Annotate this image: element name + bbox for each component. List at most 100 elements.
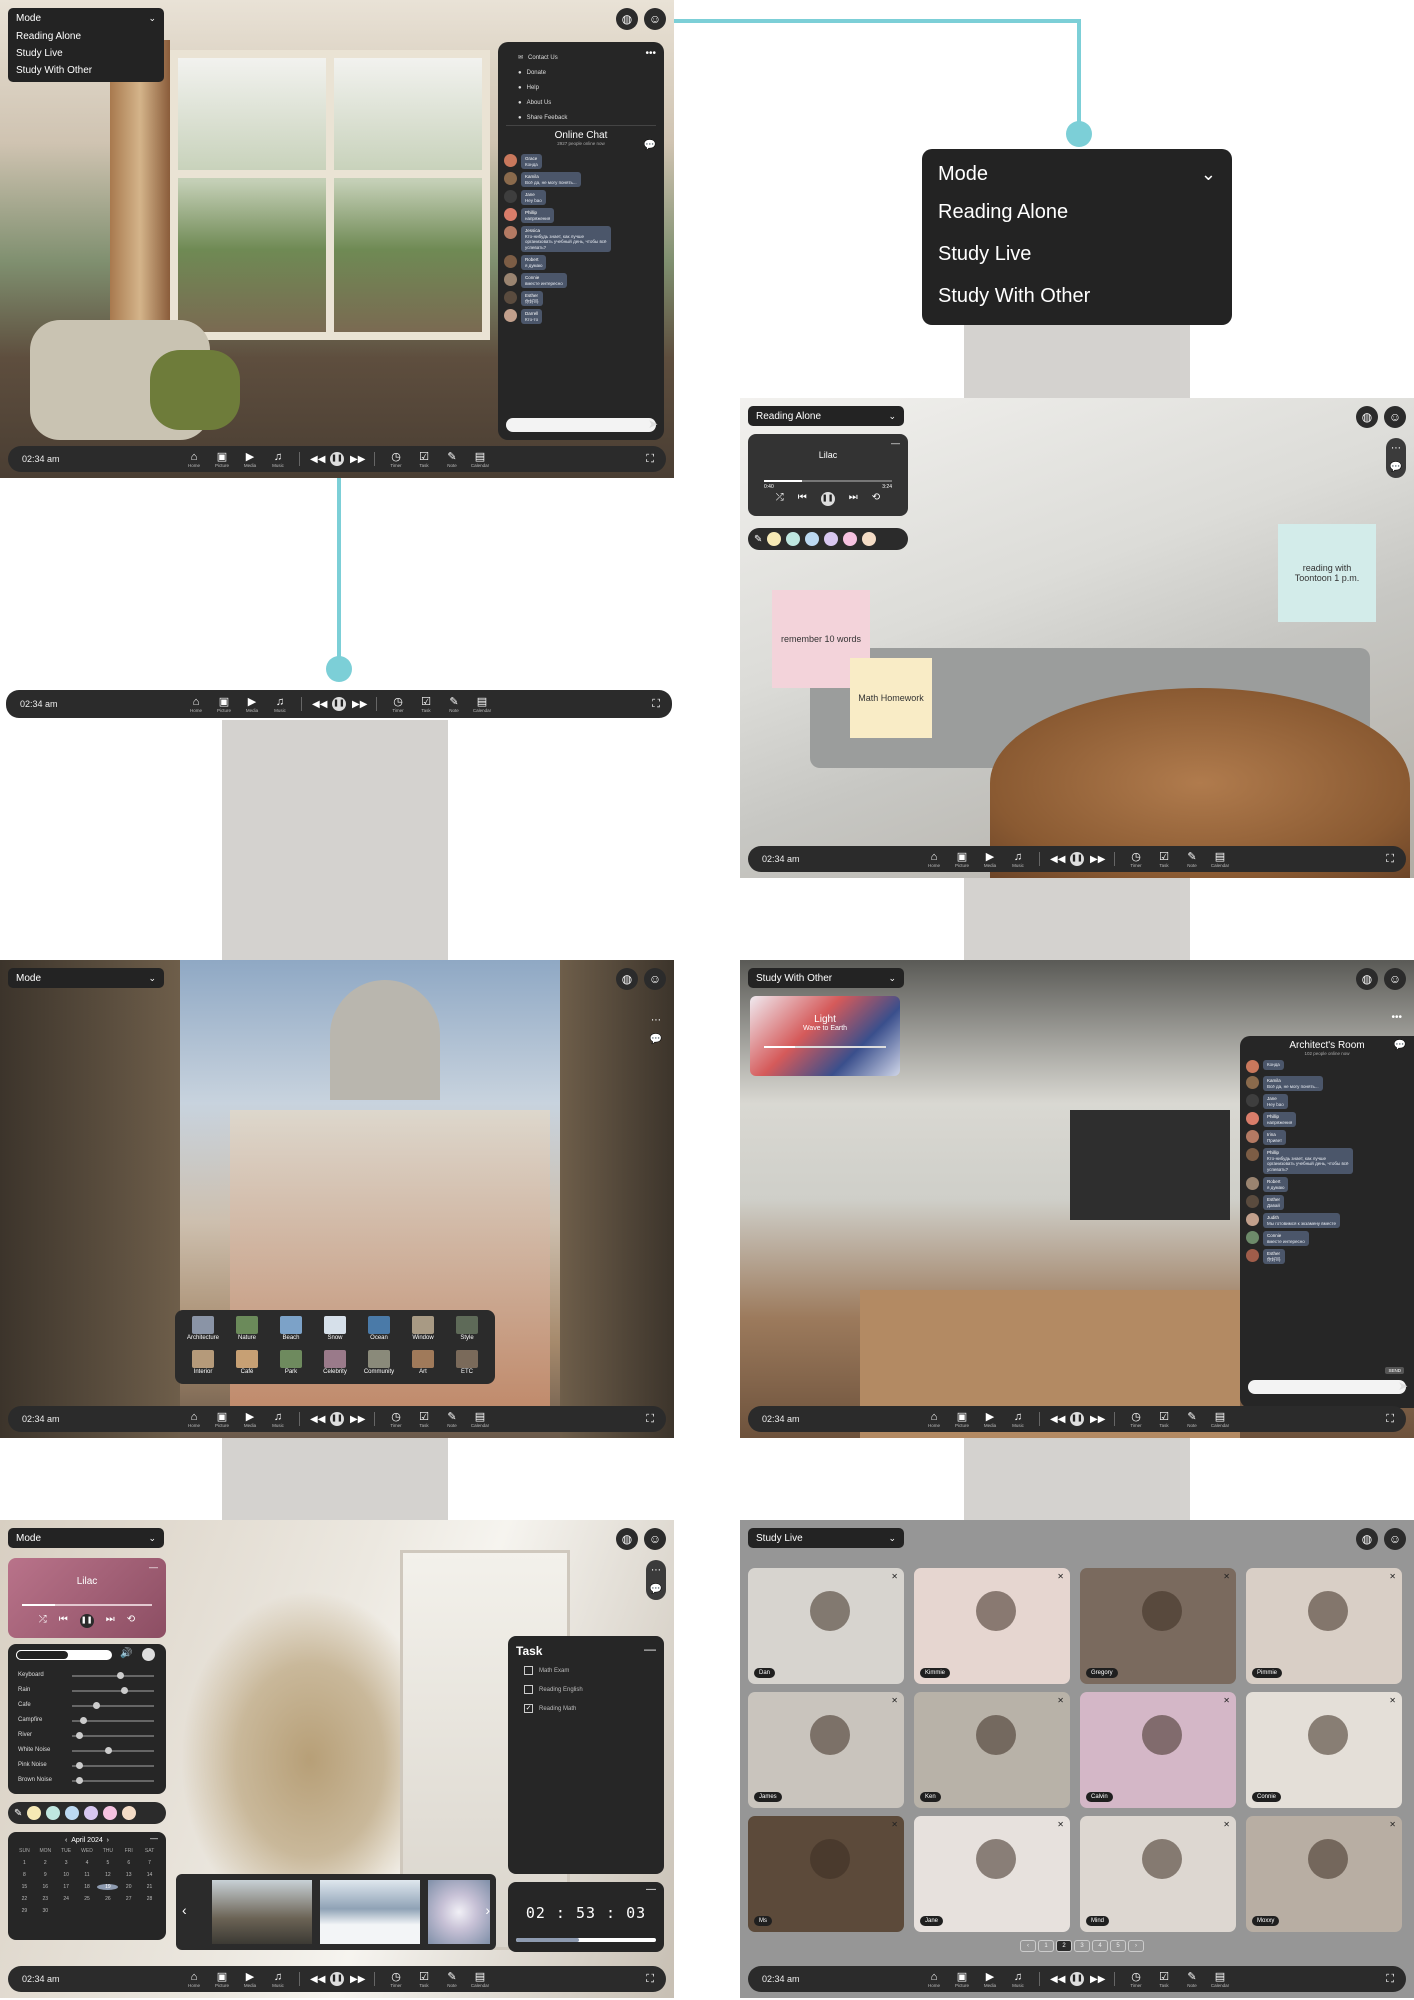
calendar-day[interactable]: 9 <box>35 1872 56 1878</box>
chat-icon[interactable]: 💬 <box>650 1584 662 1595</box>
fullscreen-icon[interactable]: ⛶ <box>646 1413 654 1426</box>
calendar-day[interactable]: 21 <box>139 1884 160 1890</box>
volume-slider[interactable] <box>16 1650 112 1660</box>
calendar-day[interactable]: 30 <box>35 1908 56 1914</box>
calendar-day[interactable]: 16 <box>35 1884 56 1890</box>
mode-option-study-with-other[interactable]: Study With Other <box>922 275 1232 317</box>
participant-tile[interactable]: ✕ Connie <box>1246 1692 1402 1808</box>
mode-option-study-live[interactable]: Study Live <box>8 45 164 62</box>
carousel-next-icon[interactable]: › <box>485 1902 490 1918</box>
tool-media[interactable]: ▶ Media <box>239 451 261 468</box>
shuffle-icon[interactable]: ⤮ <box>39 1614 47 1628</box>
category-art[interactable]: Art <box>403 1350 443 1375</box>
category-ocean[interactable]: Ocean <box>359 1316 399 1341</box>
tool-calendar[interactable]: ▤ Calendar <box>471 696 493 713</box>
color-swatch[interactable] <box>65 1806 80 1820</box>
sound-slider[interactable] <box>72 1702 154 1709</box>
calendar-day[interactable]: 18 <box>77 1884 98 1890</box>
tool-calendar[interactable]: ▤ Calendar <box>469 1971 491 1988</box>
repeat-icon[interactable]: ⟲ <box>872 492 880 506</box>
shuffle-icon[interactable]: ⤮ <box>776 492 784 506</box>
participant-tile[interactable]: ✕ James <box>748 1692 904 1808</box>
previous-icon[interactable]: ◀◀ <box>310 454 325 465</box>
category-beach[interactable]: Beach <box>271 1316 311 1341</box>
tool-timer[interactable]: ◷ Timer <box>1125 1971 1147 1988</box>
mode-dropdown-open[interactable]: Mode ⌄ Reading Alone Study Live Study Wit… <box>8 8 164 82</box>
calendar-day[interactable]: 22 <box>14 1896 35 1902</box>
mute-icon[interactable]: ✕ <box>1057 1572 1064 1581</box>
sound-slider[interactable] <box>72 1762 154 1769</box>
calendar-day[interactable]: 27 <box>118 1896 139 1902</box>
slider-knob[interactable] <box>121 1687 129 1694</box>
tool-picture[interactable]: ▣ Picture <box>951 1971 973 1988</box>
category-window[interactable]: Window <box>403 1316 443 1341</box>
tool-media[interactable]: ▶ Media <box>239 1971 261 1988</box>
tool-calendar[interactable]: ▤ Calendar <box>469 1411 491 1428</box>
next-icon[interactable]: ▶▶ <box>352 699 367 710</box>
previous-icon[interactable]: ⏮ <box>59 1614 68 1628</box>
tool-music[interactable]: ♫ Music <box>1007 851 1029 868</box>
slider-knob[interactable] <box>80 1717 88 1724</box>
prev-month-icon[interactable]: ‹ <box>65 1837 67 1844</box>
calendar-day[interactable]: 24 <box>56 1896 77 1902</box>
page-button[interactable]: ‹ <box>1020 1940 1036 1952</box>
sound-slider[interactable] <box>72 1732 154 1739</box>
tool-task[interactable]: ☑ Task <box>1153 851 1175 868</box>
category-community[interactable]: Community <box>359 1350 399 1375</box>
mute-icon[interactable]: ✕ <box>1223 1572 1230 1581</box>
globe-icon[interactable]: ◍ <box>1356 406 1378 428</box>
previous-icon[interactable]: ◀◀ <box>1050 1414 1065 1425</box>
task-item[interactable]: Reading English <box>524 1685 648 1694</box>
participant-tile[interactable]: ✕ Kimmie <box>914 1568 1070 1684</box>
tool-note[interactable]: ✎ Note <box>441 1411 463 1428</box>
calendar-day[interactable]: 17 <box>56 1884 77 1890</box>
tool-note[interactable]: ✎ Note <box>441 451 463 468</box>
more-icon[interactable]: ••• <box>645 48 656 59</box>
tool-timer[interactable]: ◷ Timer <box>1125 1411 1147 1428</box>
user-icon[interactable]: ☺ <box>644 968 666 990</box>
chat-input[interactable]: ➤ <box>1248 1379 1408 1394</box>
calendar-day[interactable]: 26 <box>97 1896 118 1902</box>
more-icon[interactable]: ⋯ <box>651 1015 661 1026</box>
tool-music[interactable]: ♫ Music <box>267 1411 289 1428</box>
tool-note[interactable]: ✎ Note <box>1181 1411 1203 1428</box>
mode-dropdown[interactable]: Study Live ⌄ <box>748 1528 904 1548</box>
color-swatch[interactable] <box>27 1806 42 1820</box>
menu-about-us[interactable]: ● About Us <box>518 100 664 106</box>
tool-note[interactable]: ✎ Note <box>443 696 465 713</box>
calendar-day[interactable]: 4 <box>77 1860 98 1866</box>
calendar-day[interactable]: 29 <box>14 1908 35 1914</box>
slider-knob[interactable] <box>76 1762 84 1769</box>
color-swatch[interactable] <box>103 1806 118 1820</box>
pause-icon[interactable]: ❚❚ <box>330 1412 344 1426</box>
calendar-day[interactable]: 1 <box>14 1860 35 1866</box>
category-celebrity[interactable]: Celebrity <box>315 1350 355 1375</box>
color-swatch[interactable] <box>122 1806 137 1820</box>
pause-icon[interactable]: ❚❚ <box>332 697 346 711</box>
next-icon[interactable]: ▶▶ <box>350 454 365 465</box>
checkbox[interactable]: ✓ <box>524 1704 533 1713</box>
globe-icon[interactable]: ◍ <box>616 968 638 990</box>
mute-icon[interactable]: ✕ <box>1389 1696 1396 1705</box>
sound-slider[interactable] <box>72 1777 154 1784</box>
minimize-icon[interactable]: — <box>891 438 900 448</box>
category-caf[interactable]: Café <box>227 1350 267 1375</box>
chat-input[interactable]: ➤ <box>506 417 658 432</box>
tool-picture[interactable]: ▣ Picture <box>951 1411 973 1428</box>
slider-knob[interactable] <box>92 1702 100 1709</box>
color-swatch[interactable] <box>805 532 820 546</box>
participant-tile[interactable]: ✕ Dan <box>748 1568 904 1684</box>
minimize-icon[interactable]: — <box>646 1884 656 1895</box>
color-swatch[interactable] <box>824 532 839 546</box>
calendar-day[interactable]: 2 <box>35 1860 56 1866</box>
chat-icon[interactable]: 💬 <box>644 140 656 151</box>
chat-icon[interactable]: 💬 <box>1394 1040 1406 1051</box>
participant-tile[interactable]: ✕ Ms <box>748 1816 904 1932</box>
next-month-icon[interactable]: › <box>107 1837 109 1844</box>
tool-calendar[interactable]: ▤ Calendar <box>469 451 491 468</box>
tool-timer[interactable]: ◷ Timer <box>387 696 409 713</box>
tool-task[interactable]: ☑ Task <box>413 451 435 468</box>
checkbox[interactable] <box>524 1685 533 1694</box>
progress-track[interactable] <box>764 1046 886 1048</box>
carousel-image[interactable] <box>212 1880 312 1944</box>
